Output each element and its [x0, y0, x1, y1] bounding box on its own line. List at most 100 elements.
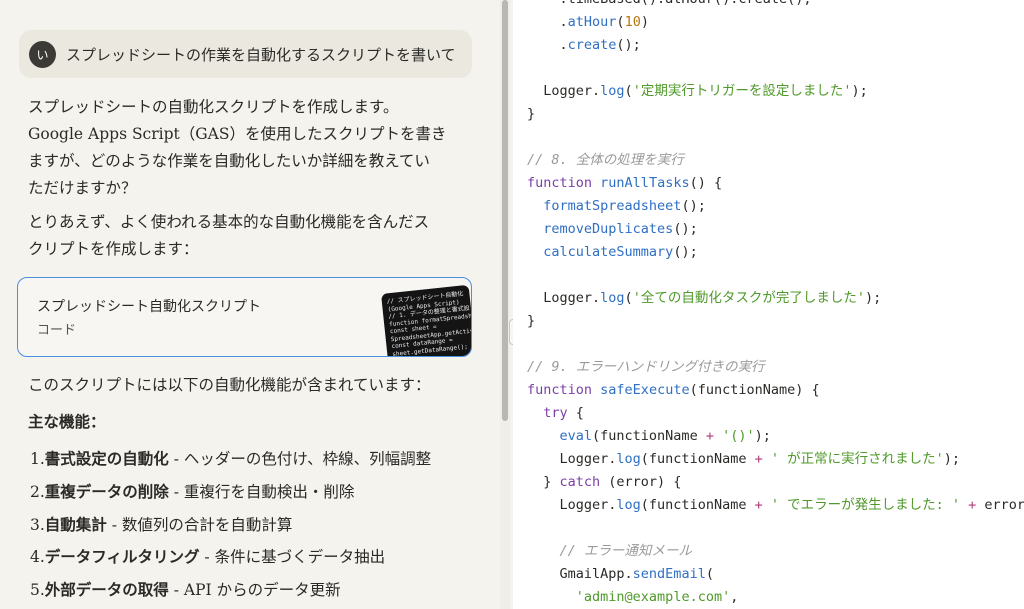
code-line: .timeBased().atHour().create(); [527, 0, 1024, 11]
code-token: sendEmail [632, 566, 706, 582]
code-token: GmailApp. [527, 566, 633, 582]
feature-number: 1. [30, 450, 45, 468]
intro-line: ますが、どのような作業を自動化したいか詳細を教えてい [28, 152, 430, 170]
code-token: ' が正常に実行されました' [770, 451, 944, 467]
code-line: eval(functionName + '()'); [527, 425, 1024, 448]
feature-title: 外部データの取得 [44, 580, 169, 600]
intro-line: ただけますか？ [28, 179, 137, 197]
code-token: try [543, 405, 568, 421]
code-line: } [527, 103, 1024, 126]
code-token: 10 [624, 14, 641, 30]
code-token: (); [673, 244, 698, 260]
code-token: log [600, 83, 625, 99]
feature-desc: - 重複行を自動検出・削除 [168, 482, 355, 501]
code-token: ( [616, 14, 625, 30]
code-viewer: .timeBased().atHour().create(); .atHour(… [513, 0, 1024, 609]
feature-title: 重複データの削除 [44, 481, 169, 501]
code-token: { [567, 405, 584, 421]
code-line: .atHour(10) [527, 11, 1024, 34]
list-item: 3.自動集計 - 数値列の合計を自動計算 [30, 513, 431, 546]
scrollbar-thumb[interactable] [502, 0, 508, 421]
followup-line: とりあえず、よく使われる基本的な自動化機能を含んだス [28, 213, 430, 231]
code-token: ' でエラーが発生しました: ' [770, 497, 961, 513]
code-token: Logger. [527, 451, 617, 467]
code-token: (); [681, 198, 706, 214]
code-line: Logger.log(functionName + ' が正常に実行されました'… [527, 448, 1024, 471]
code-token: 'admin@example.com' [575, 589, 731, 605]
code-token: ( [624, 83, 633, 99]
code-line: formatSpreadsheet(); [527, 195, 1024, 218]
feature-number: 2. [30, 482, 45, 501]
code-token: runAllTasks [600, 175, 690, 191]
code-token: . [527, 37, 568, 53]
code-token: ( [705, 566, 714, 582]
list-item: 4.データフィルタリング - 条件に基づくデータ抽出 [30, 545, 431, 578]
avatar: い [29, 40, 56, 68]
code-token: ); [864, 290, 882, 306]
user-message: い スプレッドシートの作業を自動化するスクリプトを書いて [19, 30, 472, 78]
code-token: ( [624, 290, 633, 306]
code-artifact-card[interactable]: スプレッドシート自動化スクリプト コード // スプレッドシート自動化 (Goo… [17, 277, 472, 357]
code-line: try { [527, 402, 1024, 425]
code-token: log [616, 497, 641, 513]
code-token: (functionName) { [689, 382, 820, 398]
feature-number: 5. [30, 581, 45, 600]
code-token: ); [754, 428, 771, 444]
code-token: + [754, 497, 763, 513]
artifact-title: スプレッドシート自動化スクリプト [37, 299, 261, 315]
feature-number: 3. [30, 515, 45, 534]
followup-line: クリプトを作成します： [28, 240, 199, 258]
code-token: removeDuplicates [543, 221, 674, 237]
code-token: safeExecute [600, 382, 690, 398]
code-token: (error) { [600, 474, 682, 490]
code-line: } catch (error) { [527, 471, 1024, 494]
code-token: , [730, 589, 739, 605]
feature-desc: - 数値列の合計を自動計算 [106, 515, 293, 534]
code-line: GmailApp.sendEmail( [527, 563, 1024, 586]
code-token: (functionName [640, 451, 755, 467]
intro-line: スプレッドシートの自動化スクリプトを作成します。 [28, 98, 399, 116]
feature-desc: - ヘッダーの色付け、枠線、列幅調整 [168, 450, 432, 468]
summary-text: このスクリプトには以下の自動化機能が含まれています： [28, 376, 431, 394]
code-token: formatSpreadsheet [543, 198, 682, 214]
code-token: .timeBased().atHour().create(); [527, 0, 812, 7]
code-token: () { [689, 175, 723, 191]
assistant-intro: スプレッドシートの自動化スクリプトを作成します。 Google Apps Scr… [28, 94, 448, 202]
code-token: . [527, 14, 568, 30]
code-token: (); [616, 37, 641, 53]
code-token: + [705, 428, 714, 444]
feature-title: 自動集計 [44, 514, 107, 534]
code-token: } [527, 313, 536, 329]
user-message-text: スプレッドシートの作業を自動化するスクリプトを書いて [66, 45, 456, 64]
code-line: 'admin@example.com', [527, 586, 1024, 609]
feature-number: 4. [30, 548, 45, 567]
chat-scrollbar[interactable] [500, 0, 510, 609]
code-token: Logger. [527, 83, 601, 99]
code-token: eval [559, 428, 593, 444]
code-line: } [527, 310, 1024, 333]
features-heading: 主な機能： [28, 412, 106, 431]
code-token: catch [559, 474, 601, 490]
code-token: function [527, 175, 593, 191]
code-line: .create(); [527, 34, 1024, 57]
code-token: ) [640, 14, 649, 30]
code-token: function [527, 382, 593, 398]
code-line: Logger.log(functionName + ' でエラーが発生しました:… [527, 494, 1024, 517]
intro-line: Google Apps Script（GAS）を使用したスクリプトを書き [28, 125, 447, 143]
feature-desc: - 条件に基づくデータ抽出 [199, 548, 386, 567]
code-line: Logger.log('全ての自動化タスクが完了しました'); [527, 287, 1024, 310]
code-token: } [527, 106, 536, 122]
code-token: log [600, 290, 625, 306]
code-token: Logger. [527, 290, 601, 306]
code-token: (functionName [640, 497, 755, 513]
code-line: // 8. 全体の処理を実行 [527, 149, 1024, 172]
